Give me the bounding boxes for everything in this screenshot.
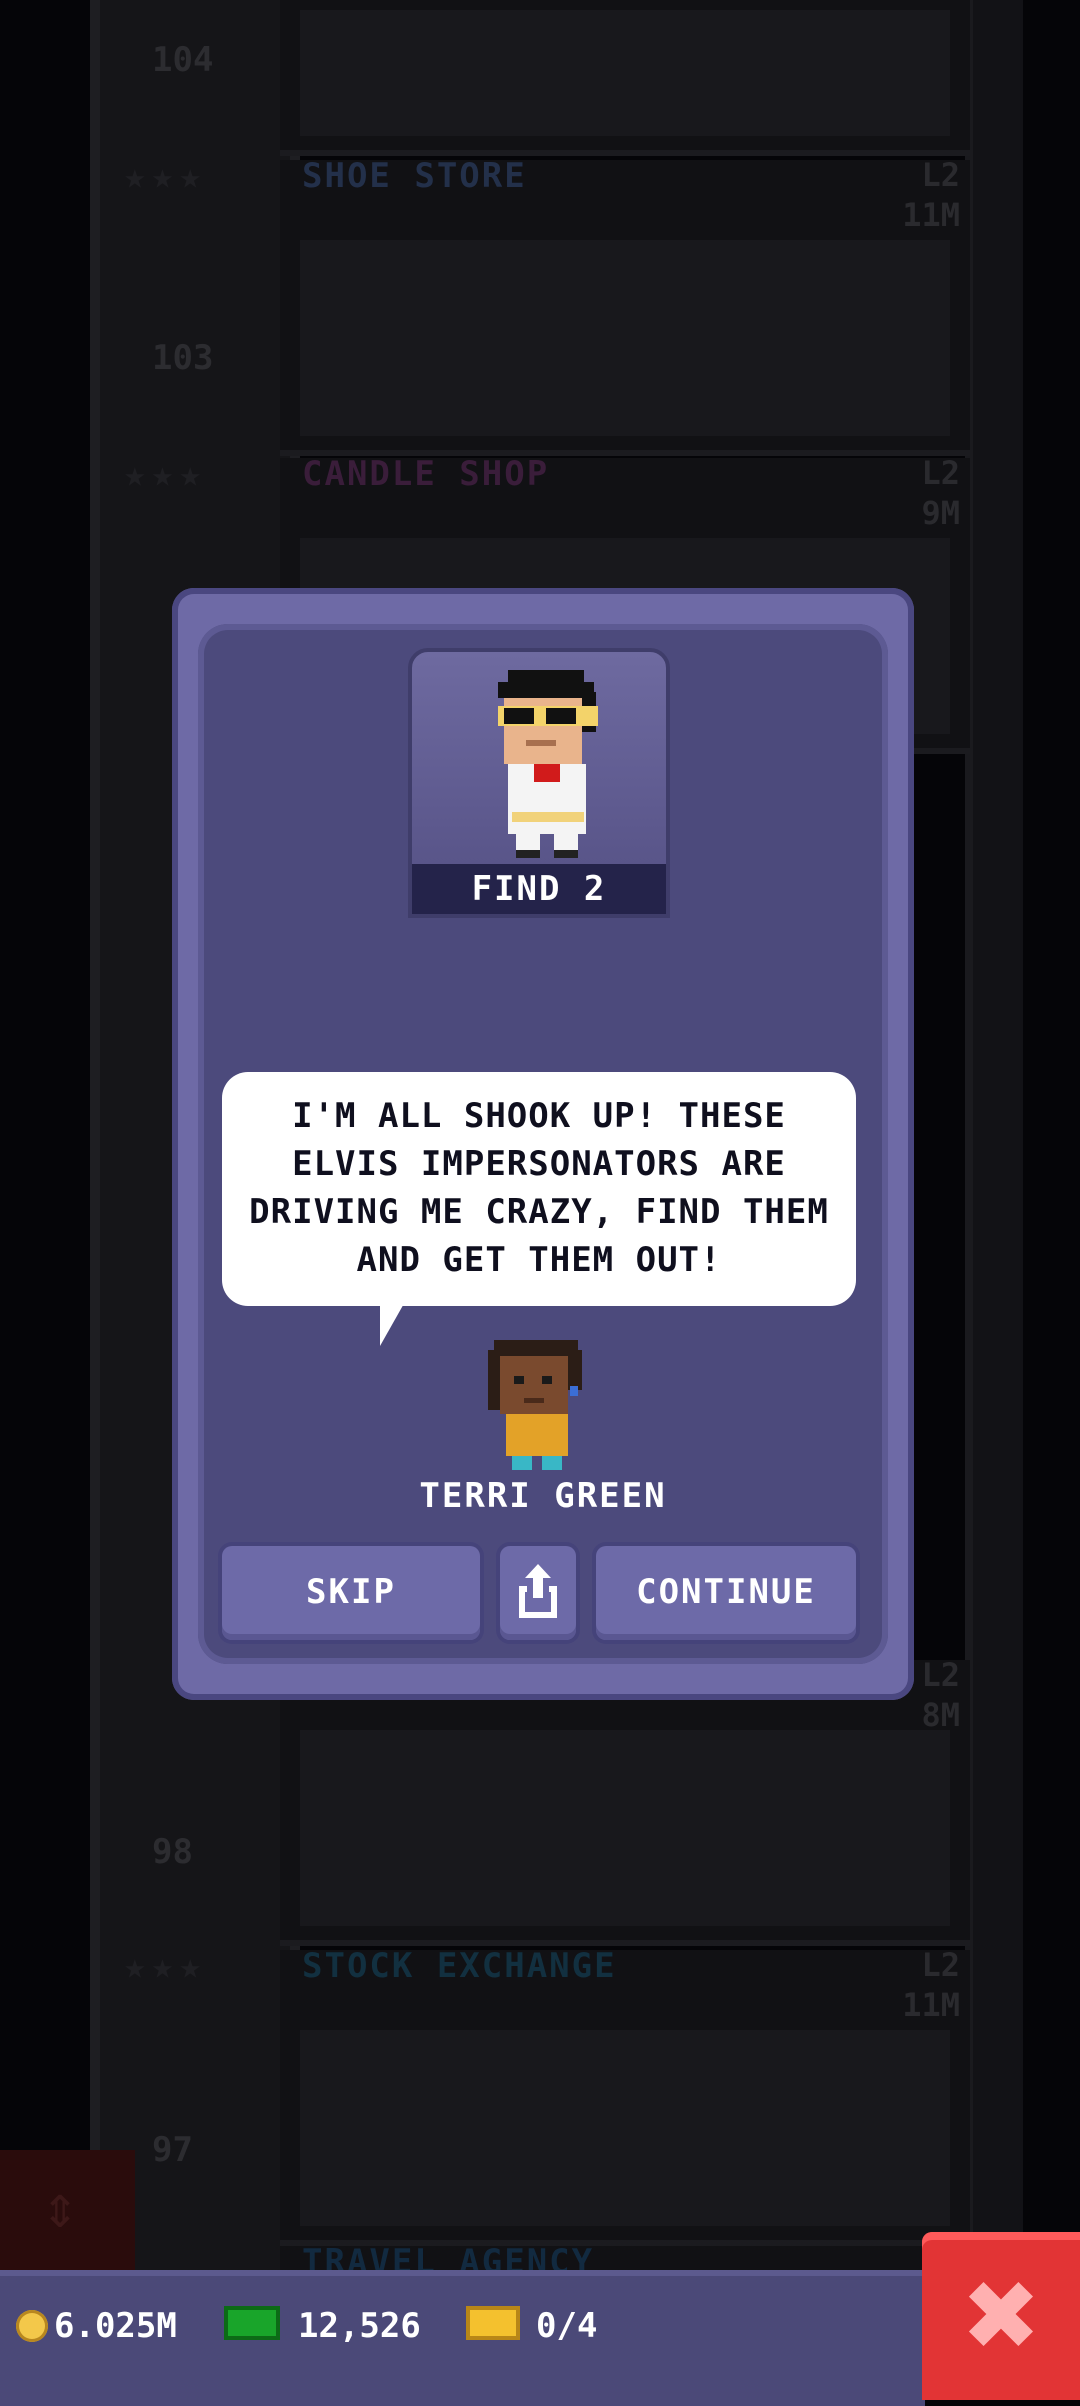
- floor-stock-exchange: STOCK EXCHANGE L2 11M: [280, 1946, 970, 2246]
- store-name: STOCK EXCHANGE: [302, 1946, 617, 1986]
- coins-value: 6.025M: [54, 2306, 177, 2346]
- floor-104: [280, 0, 970, 156]
- skip-button[interactable]: SKIP: [222, 1546, 480, 1640]
- elevator-control-panel[interactable]: ⇕: [0, 2150, 135, 2270]
- find-count-label: FIND 2: [412, 864, 666, 914]
- floor-number: 98: [152, 1832, 193, 1872]
- store-price: 8M: [921, 1696, 960, 1734]
- floor-interior: [300, 2030, 950, 2226]
- tickets-value: 0/4: [536, 2306, 598, 2346]
- npc-name: TERRI GREEN: [419, 1476, 667, 1516]
- floor-stars: ★★★: [124, 1946, 208, 1987]
- share-icon: [519, 1564, 557, 1618]
- floor-stars: ★★★: [124, 156, 208, 197]
- close-icon: ✖: [960, 2260, 1042, 2372]
- floor-interior: [300, 1730, 950, 1926]
- elevator-arrows-icon: ⇕: [42, 2172, 79, 2242]
- elvis-impersonator-sprite: [498, 670, 598, 858]
- floor-shoe-store: SHOE STORE L2 11M: [280, 156, 970, 456]
- floor-interior: [300, 10, 950, 136]
- store-level: L2: [921, 1946, 960, 1984]
- mission-message: I'M ALL SHOOK UP! THESE ELVIS IMPERSONAT…: [249, 1096, 829, 1280]
- floor-number: 97: [152, 2130, 193, 2170]
- coin-icon: [16, 2310, 48, 2342]
- floor-98: L2 8M: [280, 1656, 970, 1946]
- resource-bar: 6.025M 12,526 0/4: [0, 2270, 925, 2406]
- terri-green-sprite: [488, 1340, 582, 1470]
- golden-ticket-icon: [466, 2306, 520, 2340]
- store-name: SHOE STORE: [302, 156, 527, 196]
- continue-button[interactable]: CONTINUE: [596, 1546, 856, 1640]
- close-button[interactable]: ✖: [922, 2232, 1080, 2400]
- store-level: L2: [921, 454, 960, 492]
- bux-icon: [224, 2306, 280, 2340]
- store-level: L2: [921, 1656, 960, 1694]
- speech-bubble-tail: [380, 1300, 406, 1346]
- tower-right-wall: [965, 0, 1023, 2400]
- store-price: 11M: [902, 196, 960, 234]
- store-price: 11M: [902, 1986, 960, 2024]
- speech-bubble: I'M ALL SHOOK UP! THESE ELVIS IMPERSONAT…: [222, 1072, 856, 1306]
- floor-stars: ★★★: [124, 454, 208, 495]
- store-price: 9M: [921, 494, 960, 532]
- share-button[interactable]: [500, 1546, 576, 1640]
- floor-number: 104: [152, 40, 214, 80]
- store-name: CANDLE SHOP: [302, 454, 550, 494]
- store-level: L2: [921, 156, 960, 194]
- bux-value: 12,526: [298, 2306, 421, 2346]
- floor-interior: [300, 240, 950, 436]
- floor-number: 103: [152, 338, 214, 378]
- target-portrait-card: FIND 2: [408, 648, 670, 918]
